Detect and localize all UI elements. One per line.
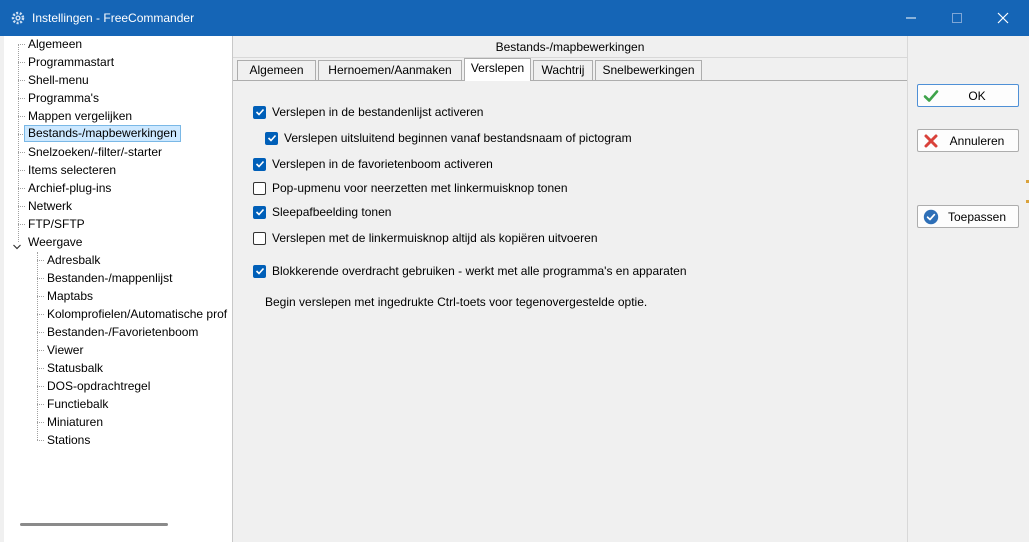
apply-button-label: Toepassen xyxy=(947,209,1007,224)
minimize-button[interactable] xyxy=(888,0,934,36)
tree-item-statusbalk[interactable]: Statusbalk xyxy=(44,360,106,377)
close-button[interactable] xyxy=(980,0,1026,36)
gear-icon xyxy=(10,10,26,26)
option-popupmenu-neerzetten[interactable]: Pop-upmenu voor neerzetten met linkermui… xyxy=(253,180,568,196)
option-verslepen-favorietenboom[interactable]: Verslepen in de favorietenboom activeren xyxy=(253,156,493,172)
tree-item-items-selecteren[interactable]: Items selecteren xyxy=(25,162,119,179)
tree-item-algemeen[interactable]: Algemeen xyxy=(25,36,85,53)
option-verslepen-uitsluitend[interactable]: Verslepen uitsluitend beginnen vanaf bes… xyxy=(265,130,632,146)
settings-window: Algemeen Programmastart Shell-menu Progr… xyxy=(2,36,1027,542)
tree-item-archief-plug-ins[interactable]: Archief-plug-ins xyxy=(25,180,114,197)
ok-button-label: OK xyxy=(968,88,986,103)
tab-strip: Algemeen Hernoemen/Aanmaken Verslepen Wa… xyxy=(233,58,907,81)
horizontal-scrollbar[interactable] xyxy=(20,523,168,526)
ok-button[interactable]: OK xyxy=(917,84,1019,107)
tree-item-snelzoeken[interactable]: Snelzoeken/-filter/-starter xyxy=(25,144,165,161)
option-label: Verslepen uitsluitend beginnen vanaf bes… xyxy=(284,131,632,145)
close-icon xyxy=(997,12,1009,24)
chevron-down-icon[interactable] xyxy=(12,241,22,251)
tree-item-mappen-vergelijken[interactable]: Mappen vergelijken xyxy=(25,108,135,125)
ctrl-hint-text: Begin verslepen met ingedrukte Ctrl-toet… xyxy=(265,295,648,309)
tab-snelbewerkingen[interactable]: Snelbewerkingen xyxy=(595,60,702,80)
minimize-icon xyxy=(906,17,916,19)
tree-item-programmas[interactable]: Programma's xyxy=(25,90,102,107)
title-bar: Instellingen - FreeCommander xyxy=(0,0,1029,36)
tab-verslepen[interactable]: Verslepen xyxy=(464,58,531,81)
tree-item-miniaturen[interactable]: Miniaturen xyxy=(44,414,106,431)
option-verslepen-bestandenlijst[interactable]: Verslepen in de bestandenlijst activeren xyxy=(253,104,483,120)
cancel-button-label: Annuleren xyxy=(949,133,1005,148)
apply-button[interactable]: Toepassen xyxy=(917,205,1019,228)
checkbox[interactable] xyxy=(253,231,266,245)
checkbox[interactable] xyxy=(253,181,266,195)
checkbox[interactable] xyxy=(265,131,278,145)
tab-hernoemen-aanmaken[interactable]: Hernoemen/Aanmaken xyxy=(318,60,462,80)
tab-wachtrij[interactable]: Wachtrij xyxy=(533,60,593,80)
button-column: OK Annuleren Toepassen xyxy=(907,36,1027,542)
option-label: Blokkerende overdracht gebruiken - werkt… xyxy=(272,264,687,278)
tree-item-netwerk[interactable]: Netwerk xyxy=(25,198,75,215)
checkbox[interactable] xyxy=(253,105,266,119)
option-label: Verslepen in de favorietenboom activeren xyxy=(272,157,493,171)
tree-item-functiebalk[interactable]: Functiebalk xyxy=(44,396,111,413)
checkbox[interactable] xyxy=(253,205,266,219)
option-blokkerende-overdracht[interactable]: Blokkerende overdracht gebruiken - werkt… xyxy=(253,263,687,279)
option-label: Sleepafbeelding tonen xyxy=(272,205,392,219)
tree-item-viewer[interactable]: Viewer xyxy=(44,342,86,359)
tree-item-shell-menu[interactable]: Shell-menu xyxy=(25,72,92,89)
option-label: Pop-upmenu voor neerzetten met linkermui… xyxy=(272,181,568,195)
maximize-icon xyxy=(952,13,962,23)
tab-page-verslepen: Verslepen in de bestandenlijst activeren… xyxy=(233,80,907,542)
panel-title: Bestands-/mapbewerkingen xyxy=(233,36,907,58)
window-title: Instellingen - FreeCommander xyxy=(32,11,195,25)
tree-item-ftp-sftp[interactable]: FTP/SFTP xyxy=(25,216,88,233)
option-sleepafbeelding[interactable]: Sleepafbeelding tonen xyxy=(253,204,391,220)
tree-item-bestanden-favorietenboom[interactable]: Bestanden-/Favorietenboom xyxy=(44,324,201,341)
checkbox[interactable] xyxy=(253,157,266,171)
tree-item-maptabs[interactable]: Maptabs xyxy=(44,288,96,305)
settings-tree[interactable]: Algemeen Programmastart Shell-menu Progr… xyxy=(4,36,233,542)
tree-item-weergave[interactable]: Weergave xyxy=(25,234,85,251)
tree-item-stations[interactable]: Stations xyxy=(44,432,93,449)
maximize-button[interactable] xyxy=(934,0,980,36)
cancel-button[interactable]: Annuleren xyxy=(917,129,1019,152)
tab-algemeen[interactable]: Algemeen xyxy=(237,60,316,80)
tree-item-adresbalk[interactable]: Adresbalk xyxy=(44,252,103,269)
tree-item-programmastart[interactable]: Programmastart xyxy=(25,54,117,71)
tree-item-bestands-mapbewerkingen[interactable]: Bestands-/mapbewerkingen xyxy=(24,125,181,142)
tree-item-dos-opdrachtregel[interactable]: DOS-opdrachtregel xyxy=(44,378,153,395)
tree-item-kolomprofielen[interactable]: Kolomprofielen/Automatische prof xyxy=(44,306,230,323)
option-altijd-kopieren[interactable]: Verslepen met de linkermuisknop altijd a… xyxy=(253,230,598,246)
option-label: Verslepen met de linkermuisknop altijd a… xyxy=(272,231,598,245)
option-label: Verslepen in de bestandenlijst activeren xyxy=(272,105,484,119)
checkbox[interactable] xyxy=(253,264,266,278)
tree-item-bestanden-mappenlijst[interactable]: Bestanden-/mappenlijst xyxy=(44,270,175,287)
